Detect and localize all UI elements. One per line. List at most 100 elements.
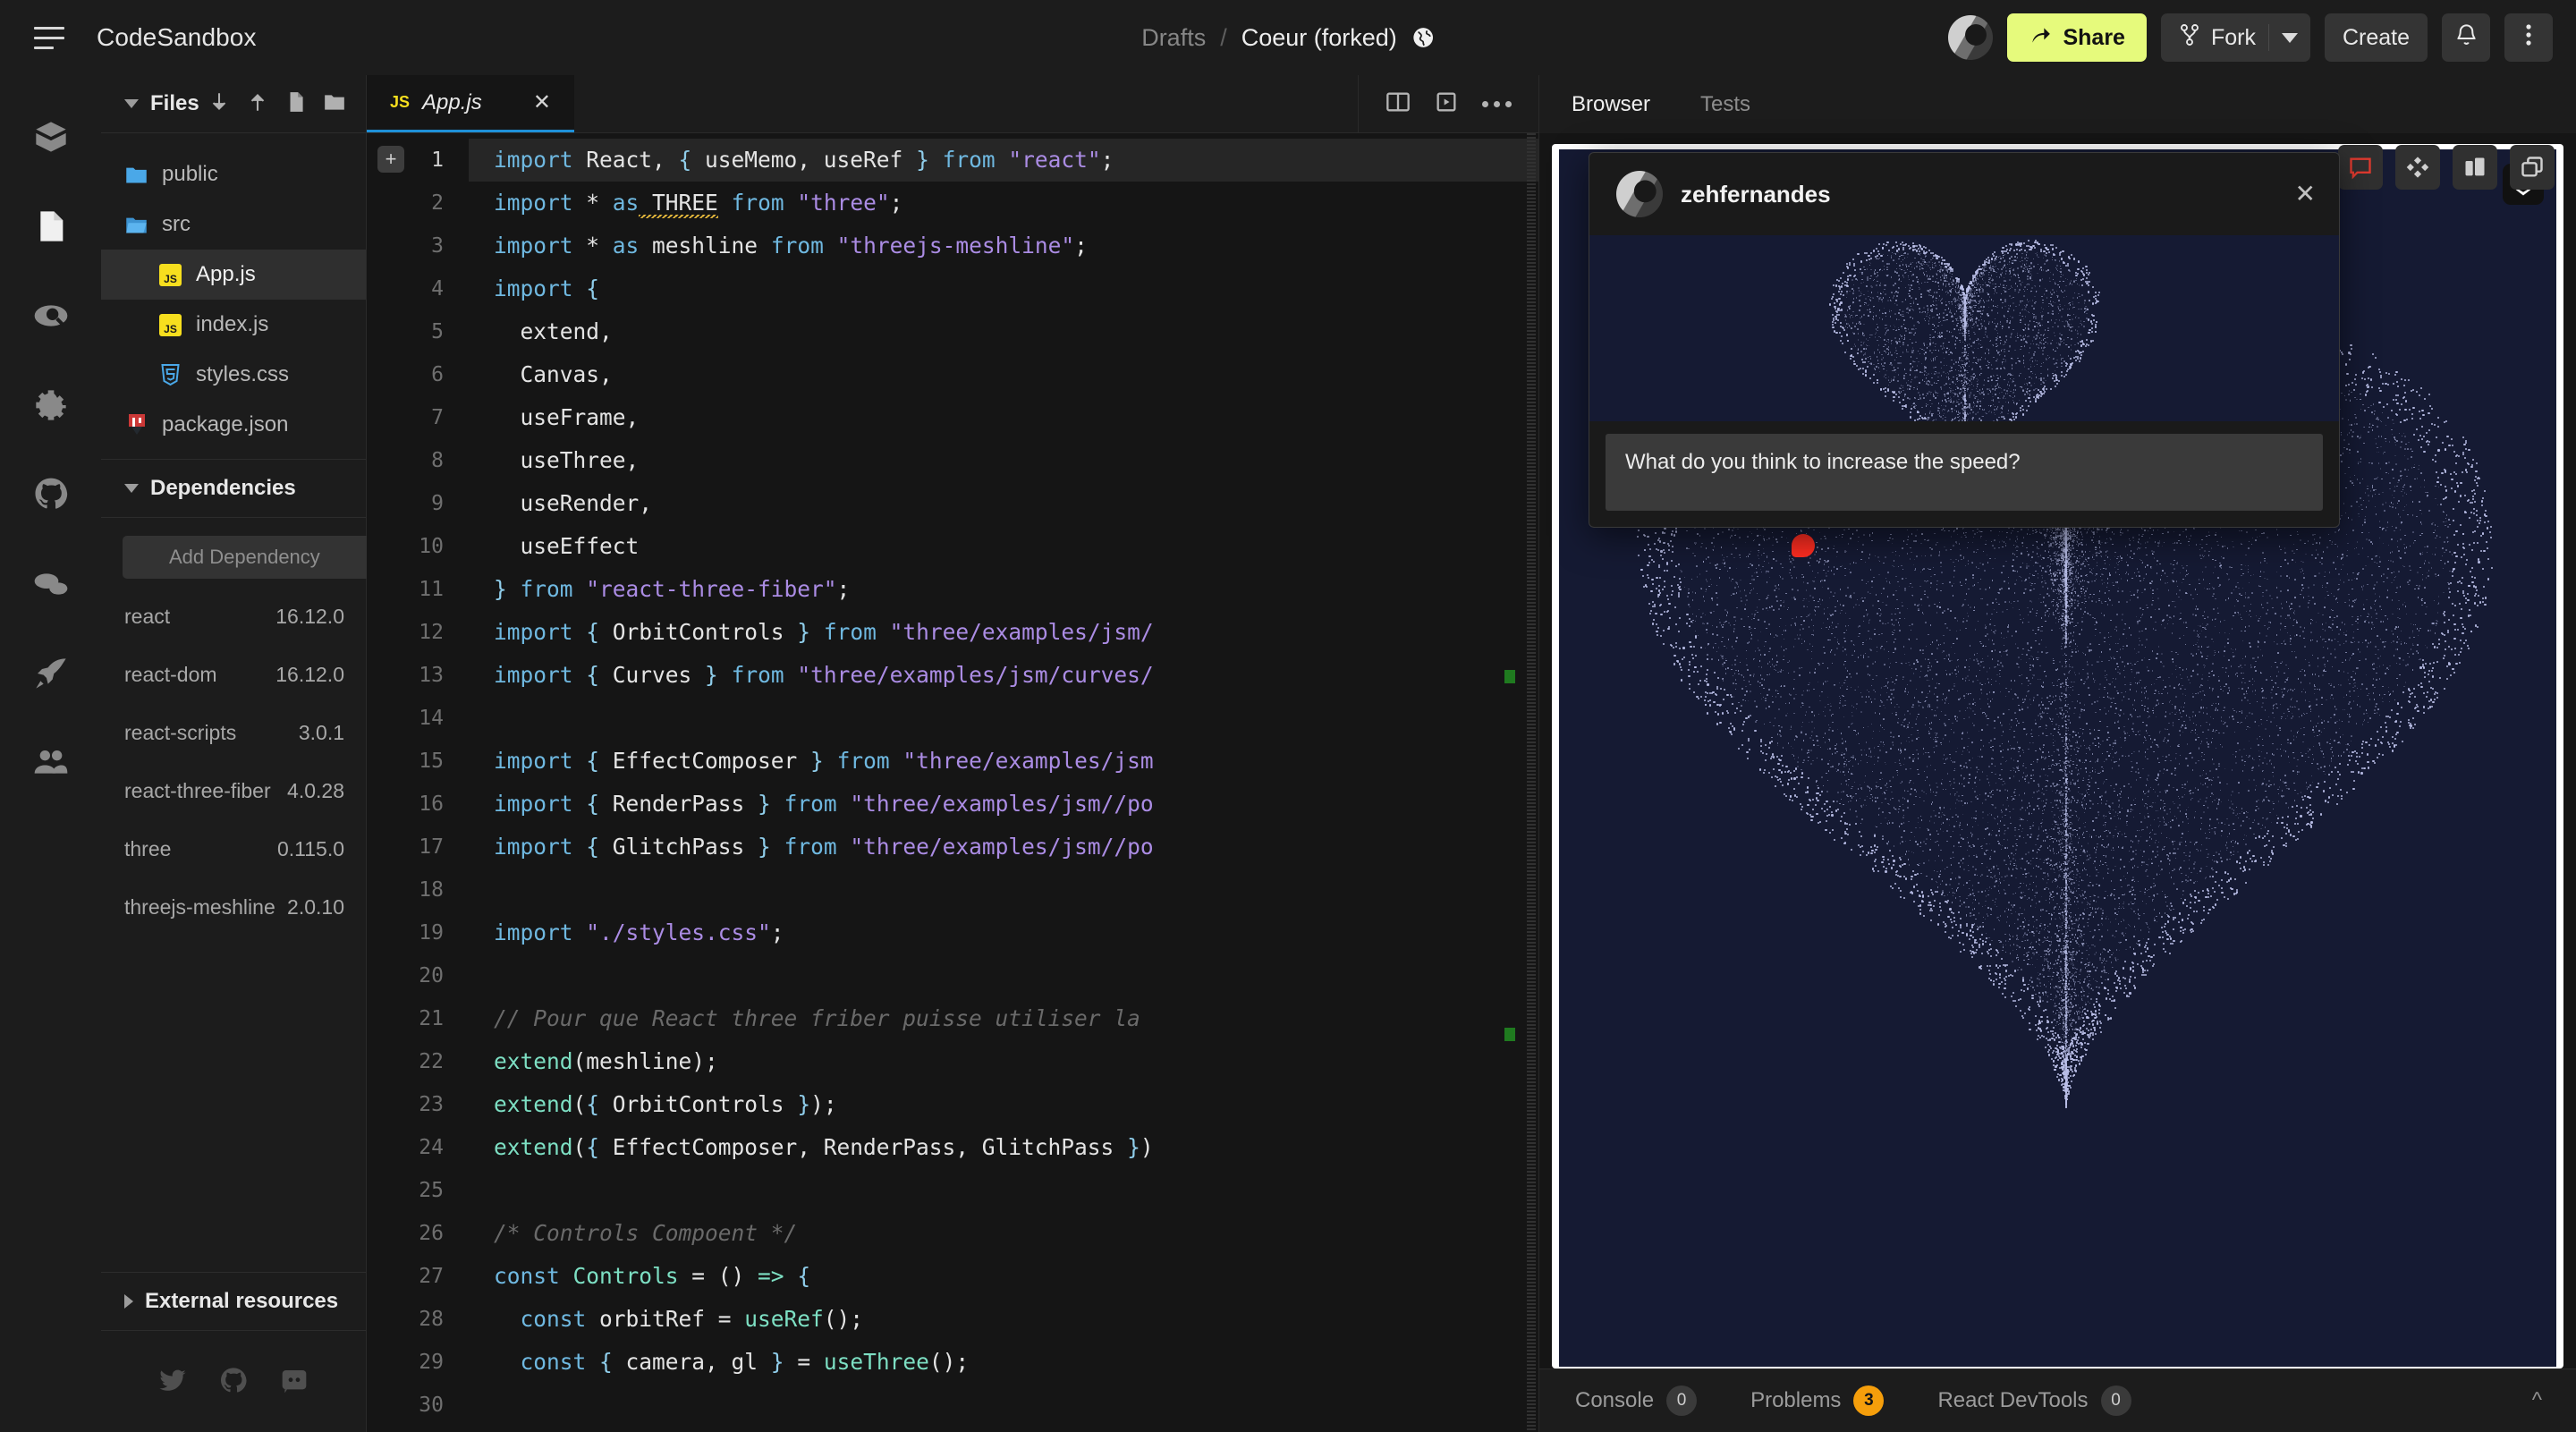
avatar[interactable]	[1948, 15, 1993, 60]
tab-app-js[interactable]: JS App.js ✕	[367, 75, 574, 132]
close-icon[interactable]: ✕	[2295, 182, 2316, 207]
rail-item-deploy[interactable]	[25, 649, 77, 701]
code-line[interactable]: 23 extend({ OrbitControls });	[367, 1083, 1538, 1126]
fork-button[interactable]: Fork	[2161, 13, 2310, 62]
code-line[interactable]: 5 extend,	[367, 310, 1538, 353]
code-line[interactable]: 27 const Controls = () => {	[367, 1255, 1538, 1298]
status-badge: 3	[1853, 1385, 1884, 1416]
new-file-icon[interactable]	[284, 90, 308, 118]
code-line[interactable]: 21// Pour que React three friber puisse …	[367, 997, 1538, 1040]
code-editor[interactable]: + 1 import React, { useMemo, useRef } fro…	[367, 133, 1538, 1432]
dependency-row[interactable]: threejs-meshline 2.0.10	[101, 878, 366, 936]
dependency-row[interactable]: react-three-fiber 4.0.28	[101, 762, 366, 820]
preview-icon[interactable]	[1434, 89, 1459, 119]
file-row[interactable]: src	[101, 199, 366, 250]
comment-icon[interactable]	[2338, 145, 2383, 190]
rail-item-settings[interactable]	[25, 381, 77, 433]
chevron-down-icon[interactable]	[124, 484, 139, 493]
github-icon[interactable]	[219, 1367, 248, 1400]
upload-icon[interactable]	[246, 90, 269, 118]
split-view-icon[interactable]	[1385, 89, 1411, 119]
code-line[interactable]: 7 useFrame,	[367, 396, 1538, 439]
code-line[interactable]: 19 import "./styles.css";	[367, 911, 1538, 954]
file-row-styles-css[interactable]: styles.css	[101, 350, 366, 400]
more-options-icon[interactable]	[1482, 101, 1512, 107]
code-line[interactable]: 8 useThree,	[367, 439, 1538, 482]
share-button[interactable]: Share	[2007, 13, 2146, 62]
create-button[interactable]: Create	[2325, 13, 2428, 62]
comment-card-preview	[1589, 235, 2339, 421]
dependency-row[interactable]: react 16.12.0	[101, 588, 366, 646]
code-line[interactable]: 20	[367, 954, 1538, 997]
code-line[interactable]: 14	[367, 697, 1538, 740]
code-line[interactable]: 13 import { Curves } from "three/examples…	[367, 654, 1538, 697]
code-line[interactable]: 28 const orbitRef = useRef();	[367, 1298, 1538, 1341]
open-in-new-window-icon[interactable]	[2510, 145, 2555, 190]
file-row-app-js[interactable]: JS App.js	[101, 250, 366, 300]
status-console[interactable]: Console 0	[1575, 1385, 1697, 1416]
code-line[interactable]: 18	[367, 869, 1538, 911]
dependency-row[interactable]: three 0.115.0	[101, 820, 366, 878]
files-section-header[interactable]: Files	[101, 75, 366, 133]
rail-item-comments[interactable]	[25, 560, 77, 612]
file-label: App.js	[196, 262, 256, 287]
tab-browser[interactable]: Browser	[1572, 92, 1650, 117]
code-line[interactable]: 12 import { OrbitControls } from "three/e…	[367, 611, 1538, 654]
editor-scrollbar[interactable]	[1527, 133, 1536, 1432]
tab-tests[interactable]: Tests	[1700, 92, 1750, 117]
dependency-row[interactable]: react-scripts 3.0.1	[101, 704, 366, 762]
discord-icon[interactable]	[280, 1367, 309, 1400]
code-line[interactable]: 24 extend({ EffectComposer, RenderPass, G…	[367, 1126, 1538, 1169]
code-line[interactable]: 3 import * as meshline from "threejs-mesh…	[367, 225, 1538, 267]
responsive-mode-icon[interactable]	[2453, 145, 2497, 190]
chevron-down-icon[interactable]	[2282, 33, 2298, 43]
rail-item-live[interactable]	[25, 739, 77, 791]
code-line[interactable]: 15 import { EffectComposer } from "three/…	[367, 740, 1538, 783]
code-line[interactable]: 16 import { RenderPass } from "three/exam…	[367, 783, 1538, 826]
hamburger-icon[interactable]	[34, 24, 73, 51]
rail-item-search[interactable]	[25, 292, 77, 343]
close-icon[interactable]: ✕	[533, 92, 551, 114]
twitter-icon[interactable]	[158, 1367, 187, 1400]
rail-item-sandbox[interactable]	[25, 113, 77, 165]
file-row-index-js[interactable]: JS index.js	[101, 300, 366, 350]
code-line[interactable]: 2 import * as THREE from "three";	[367, 182, 1538, 225]
comment-message[interactable]: What do you think to increase the speed?	[1606, 434, 2323, 511]
dependency-row[interactable]: react-dom 16.12.0	[101, 646, 366, 704]
new-folder-icon[interactable]	[323, 90, 346, 118]
more-menu-button[interactable]	[2504, 13, 2553, 62]
dependencies-section-header[interactable]: Dependencies	[101, 459, 366, 518]
page-title[interactable]: Coeur (forked)	[1241, 24, 1397, 52]
file-row-package-json[interactable]: package.json	[101, 400, 366, 450]
code-line[interactable]: 11} from "react-three-fiber";	[367, 568, 1538, 611]
code-line[interactable]: 6 Canvas,	[367, 353, 1538, 396]
status-problems[interactable]: Problems 3	[1750, 1385, 1884, 1416]
rail-item-github[interactable]	[25, 470, 77, 522]
external-resources-header[interactable]: External resources	[101, 1272, 366, 1331]
download-icon[interactable]	[208, 90, 231, 118]
comment-card[interactable]: zehfernandes ✕ What do you think to incr…	[1589, 152, 2340, 528]
status-react-devtools[interactable]: React DevTools 0	[1937, 1385, 2131, 1416]
code-line[interactable]: 10 useEffect	[367, 525, 1538, 568]
chevron-down-icon[interactable]	[124, 99, 139, 108]
breadcrumb-parent[interactable]: Drafts	[1141, 24, 1206, 52]
code-line[interactable]: 30	[367, 1384, 1538, 1427]
code-line[interactable]: 17 import { GlitchPass } from "three/exam…	[367, 826, 1538, 869]
editor-minimap[interactable]	[1499, 133, 1515, 1432]
rail-item-files[interactable]	[25, 202, 77, 254]
file-row[interactable]: public	[101, 149, 366, 199]
code-line[interactable]: 22 extend(meshline);	[367, 1040, 1538, 1083]
chevron-up-icon[interactable]: ^	[2532, 1388, 2542, 1413]
avatar[interactable]	[1616, 171, 1663, 217]
code-line[interactable]: 26/* Controls Compoent */	[367, 1212, 1538, 1255]
add-line-comment-icon[interactable]: +	[377, 146, 404, 173]
code-line[interactable]: 9 useRender,	[367, 482, 1538, 525]
notifications-button[interactable]	[2442, 13, 2490, 62]
code-line[interactable]: 4 import {	[367, 267, 1538, 310]
code-line[interactable]: 25	[367, 1169, 1538, 1212]
chevron-right-icon[interactable]	[124, 1294, 133, 1309]
code-line[interactable]: 1 import React, { useMemo, useRef } from …	[367, 139, 1538, 182]
react-devtools-icon[interactable]	[2395, 145, 2440, 190]
code-line[interactable]: 29 const { camera, gl } = useThree();	[367, 1341, 1538, 1384]
cube-icon	[33, 119, 69, 159]
